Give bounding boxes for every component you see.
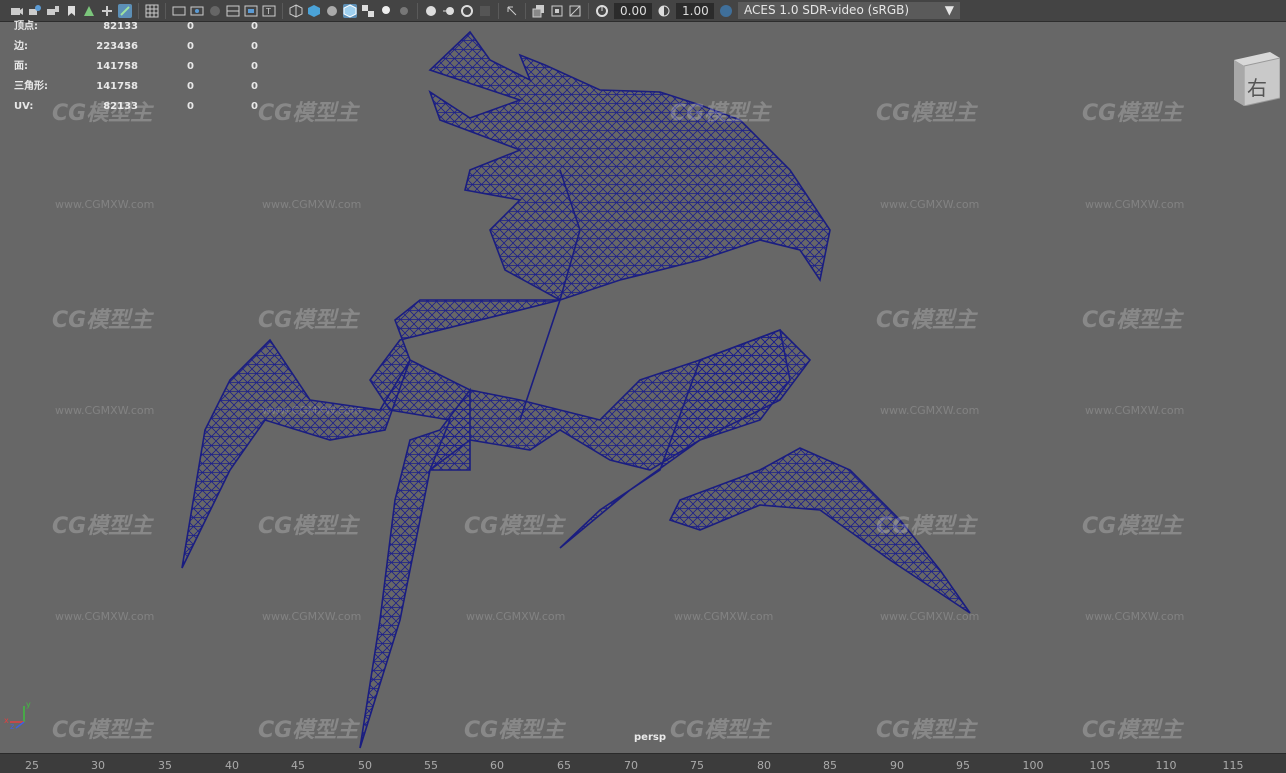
- watermark-logo: CG模型主: [258, 718, 359, 743]
- watermark-logo: CG模型主: [258, 308, 359, 333]
- watermark-logo: CG模型主: [670, 718, 771, 743]
- watermark-url: www.CGMXW.com: [1085, 198, 1185, 211]
- view-cube[interactable]: 右: [1232, 50, 1281, 107]
- watermark-logo: CG模型主: [876, 308, 977, 333]
- axis-gizmo: y x z: [4, 700, 34, 734]
- ruler-tick: 110: [1155, 759, 1177, 772]
- ruler-tick: 40: [225, 759, 239, 772]
- watermark-url: www.CGMXW.com: [262, 198, 362, 211]
- watermark-logo: CG模型主: [876, 101, 977, 126]
- watermark-url: www.CGMXW.com: [262, 610, 362, 623]
- ruler-tick: 30: [91, 759, 105, 772]
- watermark-logo: CG模型主: [52, 514, 153, 539]
- ruler-tick: 25: [25, 759, 39, 772]
- watermark-url: www.CGMXW.com: [880, 404, 980, 417]
- watermark-url: www.CGMXW.com: [880, 198, 980, 211]
- watermark-logo: CG模型主: [258, 101, 359, 126]
- watermark-logo: CG模型主: [1082, 308, 1183, 333]
- ruler-tick: 85: [823, 759, 837, 772]
- ruler-tick: 65: [557, 759, 571, 772]
- watermark-url: www.CGMXW.com: [1085, 404, 1185, 417]
- watermark-logo: CG模型主: [670, 101, 771, 126]
- watermark-url: www.CGMXW.com: [262, 404, 362, 417]
- view-cube-face-label: 右: [1247, 76, 1267, 100]
- watermark-url: www.CGMXW.com: [55, 198, 155, 211]
- watermark-logo: CG模型主: [876, 514, 977, 539]
- watermark-logo: CG模型主: [464, 718, 565, 743]
- watermark-logo: CG模型主: [52, 308, 153, 333]
- watermark-logo: CG模型主: [876, 718, 977, 743]
- watermark-logo: CG模型主: [1082, 101, 1183, 126]
- watermark-logo: CG模型主: [1082, 718, 1183, 743]
- ruler-tick: 50: [358, 759, 372, 772]
- ruler-tick: 115: [1222, 759, 1244, 772]
- axis-z-label: z: [10, 722, 15, 731]
- watermark-url: www.CGMXW.com: [55, 610, 155, 623]
- ruler-tick: 70: [624, 759, 638, 772]
- watermark-url: www.CGMXW.com: [55, 404, 155, 417]
- ruler-tick: 80: [757, 759, 771, 772]
- watermark-logo: CG模型主: [258, 514, 359, 539]
- ruler-tick: 90: [890, 759, 904, 772]
- watermark-url: www.CGMXW.com: [674, 610, 774, 623]
- ruler-tick: 100: [1022, 759, 1044, 772]
- axis-y-label: y: [26, 700, 31, 709]
- watermark-url: www.CGMXW.com: [1085, 610, 1185, 623]
- camera-label: persp: [634, 732, 666, 743]
- watermark-logo: CG模型主: [1082, 514, 1183, 539]
- watermark-logo: CG模型主: [52, 718, 153, 743]
- ruler-tick: 55: [424, 759, 438, 772]
- ruler-tick: 45: [291, 759, 305, 772]
- watermark-logo: CG模型主: [464, 514, 565, 539]
- axis-x-label: x: [4, 716, 9, 725]
- ruler-tick: 60: [490, 759, 504, 772]
- watermark-url: www.CGMXW.com: [880, 610, 980, 623]
- time-slider[interactable]: 25 30 35 40 45 50 55 60 65 70 75 80 85 9…: [0, 753, 1286, 773]
- watermark-url: www.CGMXW.com: [466, 610, 566, 623]
- ruler-tick: 105: [1089, 759, 1111, 772]
- watermark-logo: CG模型主: [52, 101, 153, 126]
- ruler-tick: 95: [956, 759, 970, 772]
- ruler-tick: 35: [158, 759, 172, 772]
- ruler-tick: 75: [690, 759, 704, 772]
